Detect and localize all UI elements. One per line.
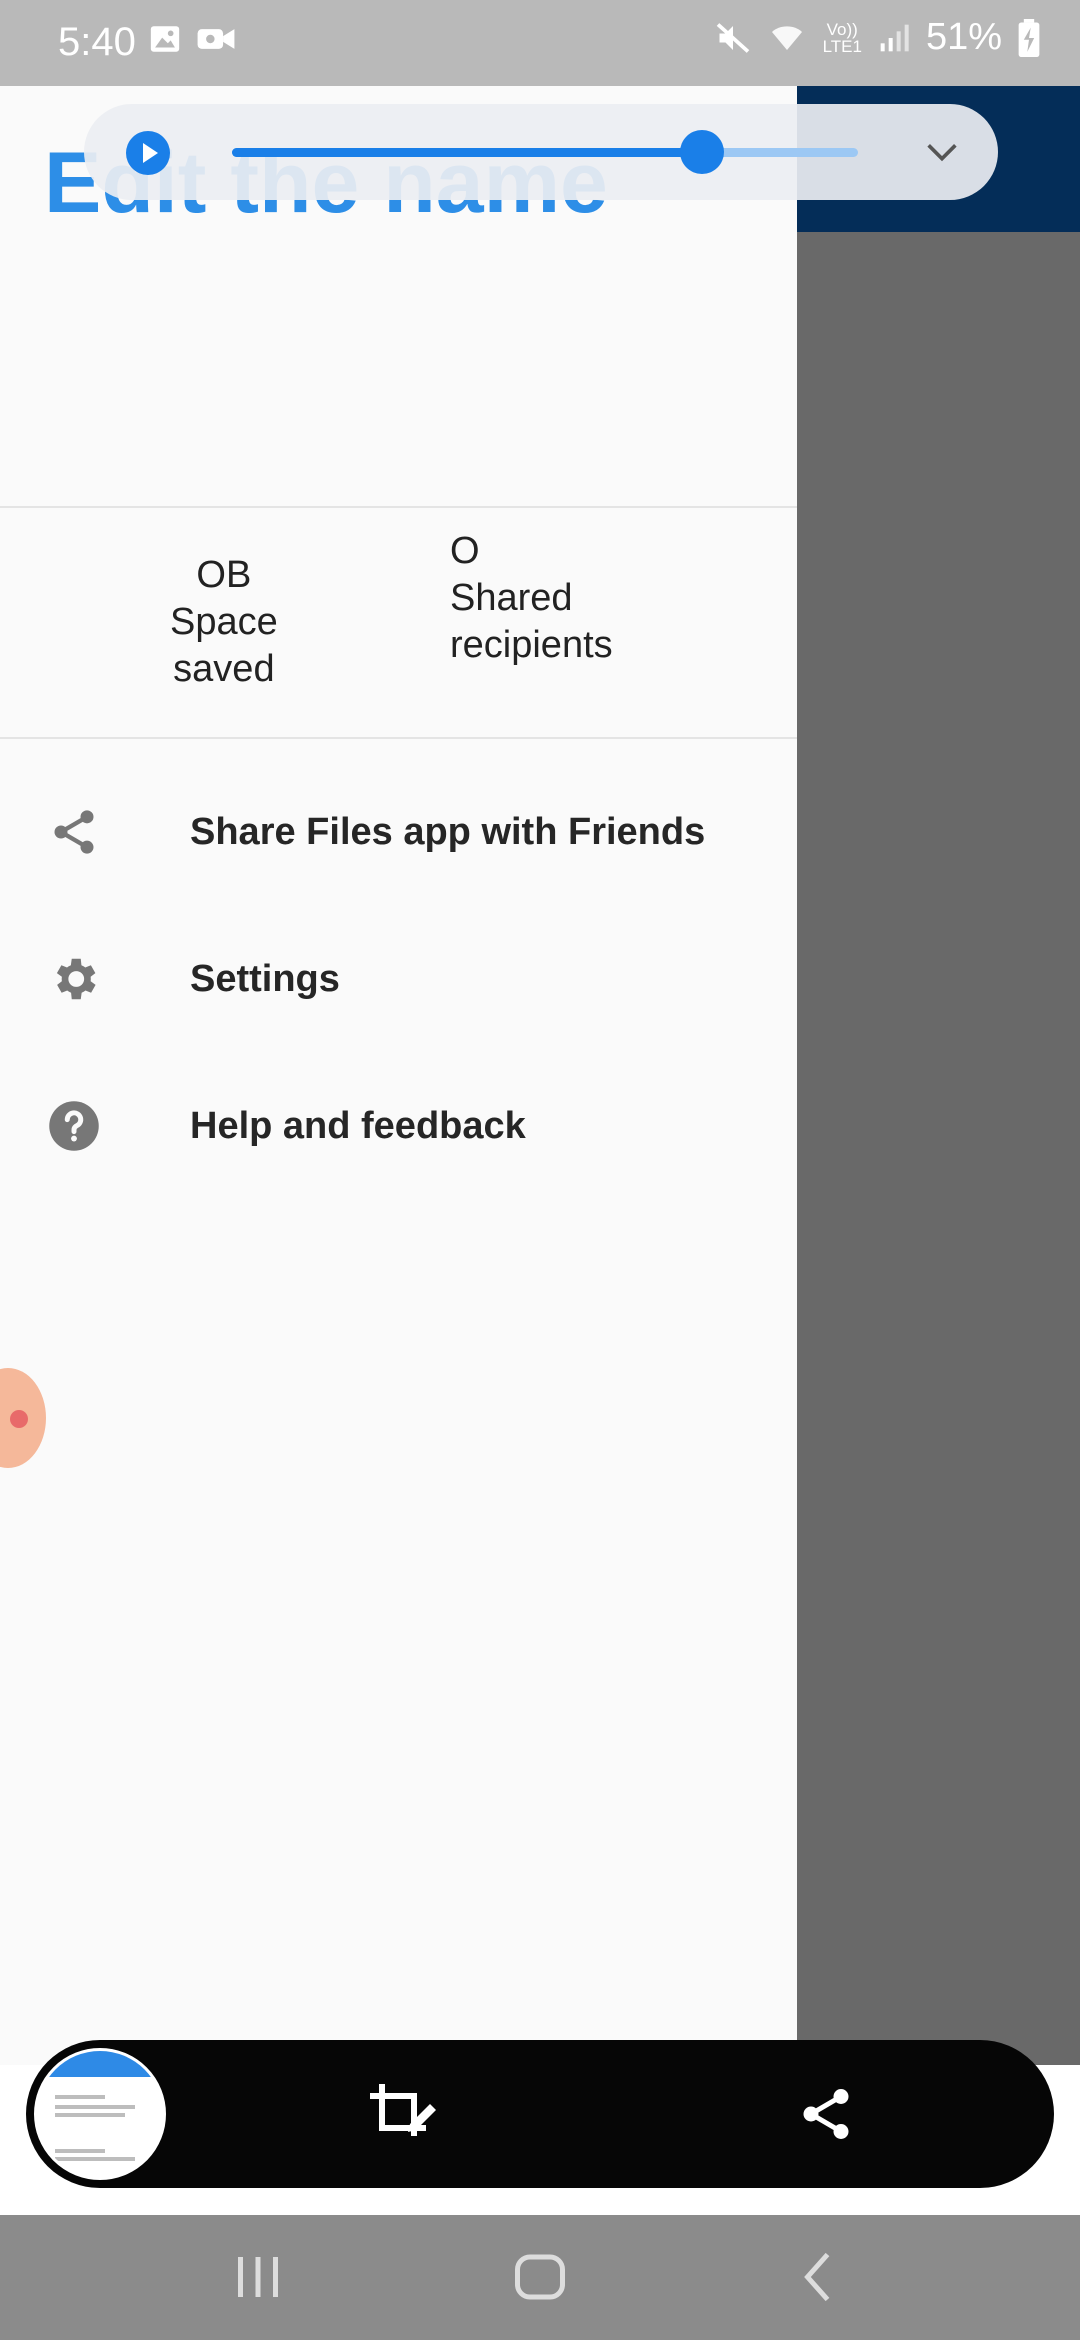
status-time: 5:40 — [58, 20, 136, 64]
video-icon — [197, 29, 235, 49]
system-nav-bar — [0, 2215, 1080, 2340]
image-icon — [150, 26, 180, 52]
gear-icon — [46, 951, 102, 1007]
screenshot-thumbnail[interactable] — [34, 2048, 166, 2180]
space-saved-value: OB — [196, 554, 252, 596]
media-seek-thumb[interactable] — [679, 130, 724, 174]
recent-apps-icon[interactable] — [228, 2247, 288, 2307]
share-icon — [46, 804, 102, 860]
divider — [0, 737, 797, 739]
chevron-down-icon[interactable] — [922, 132, 962, 172]
menu-item-share-app[interactable]: Share Files app with Friends — [0, 777, 797, 887]
mute-icon — [716, 22, 749, 53]
battery-charging-icon — [1018, 18, 1040, 57]
shared-recipients-label-line1: Shared — [450, 577, 573, 619]
status-bar: 5:40 Vo)) LTE1 51% — [0, 0, 1080, 86]
lte-indicator: Vo)) LTE1 — [822, 19, 862, 56]
media-control — [84, 104, 998, 200]
media-seek-progress — [232, 148, 702, 157]
signal-icon — [880, 24, 909, 51]
play-icon[interactable] — [126, 131, 170, 175]
battery-percent: 51% — [925, 16, 1002, 58]
menu-item-label: Share Files app with Friends — [190, 810, 706, 853]
menu-item-help-feedback[interactable]: Help and feedback — [0, 1071, 797, 1181]
space-saved-label-line2: saved — [173, 648, 275, 690]
menu-item-label: Settings — [190, 957, 340, 1000]
space-saved-label-line1: Space — [170, 601, 278, 643]
share-icon[interactable] — [796, 2082, 856, 2146]
shared-recipients-label-line2: recipients — [450, 624, 613, 666]
drawer-scrim[interactable] — [797, 0, 1080, 2065]
media-seek-bar[interactable] — [232, 130, 858, 174]
screenshot-toolbar — [26, 2040, 1054, 2188]
back-icon[interactable] — [790, 2247, 850, 2307]
menu-item-settings[interactable]: Settings — [0, 924, 797, 1034]
space-saved-stat: OB Space saved — [170, 552, 278, 693]
storage-stats: OB Space saved O Shared recipients — [0, 530, 797, 722]
screen: 5:40 Vo)) LTE1 51% OB Space saved O Shar… — [0, 0, 1080, 2340]
help-icon — [46, 1098, 102, 1154]
divider — [0, 506, 797, 508]
menu-item-label: Help and feedback — [190, 1104, 526, 1147]
shared-recipients-stat: O Shared recipients — [450, 528, 613, 669]
shared-recipients-value: O — [450, 530, 480, 572]
crop-edit-icon[interactable] — [366, 2080, 438, 2148]
wifi-icon — [771, 25, 802, 50]
navigation-drawer: Edit the name OB Space saved O Shared re… — [0, 86, 797, 2065]
home-icon[interactable] — [510, 2247, 570, 2307]
